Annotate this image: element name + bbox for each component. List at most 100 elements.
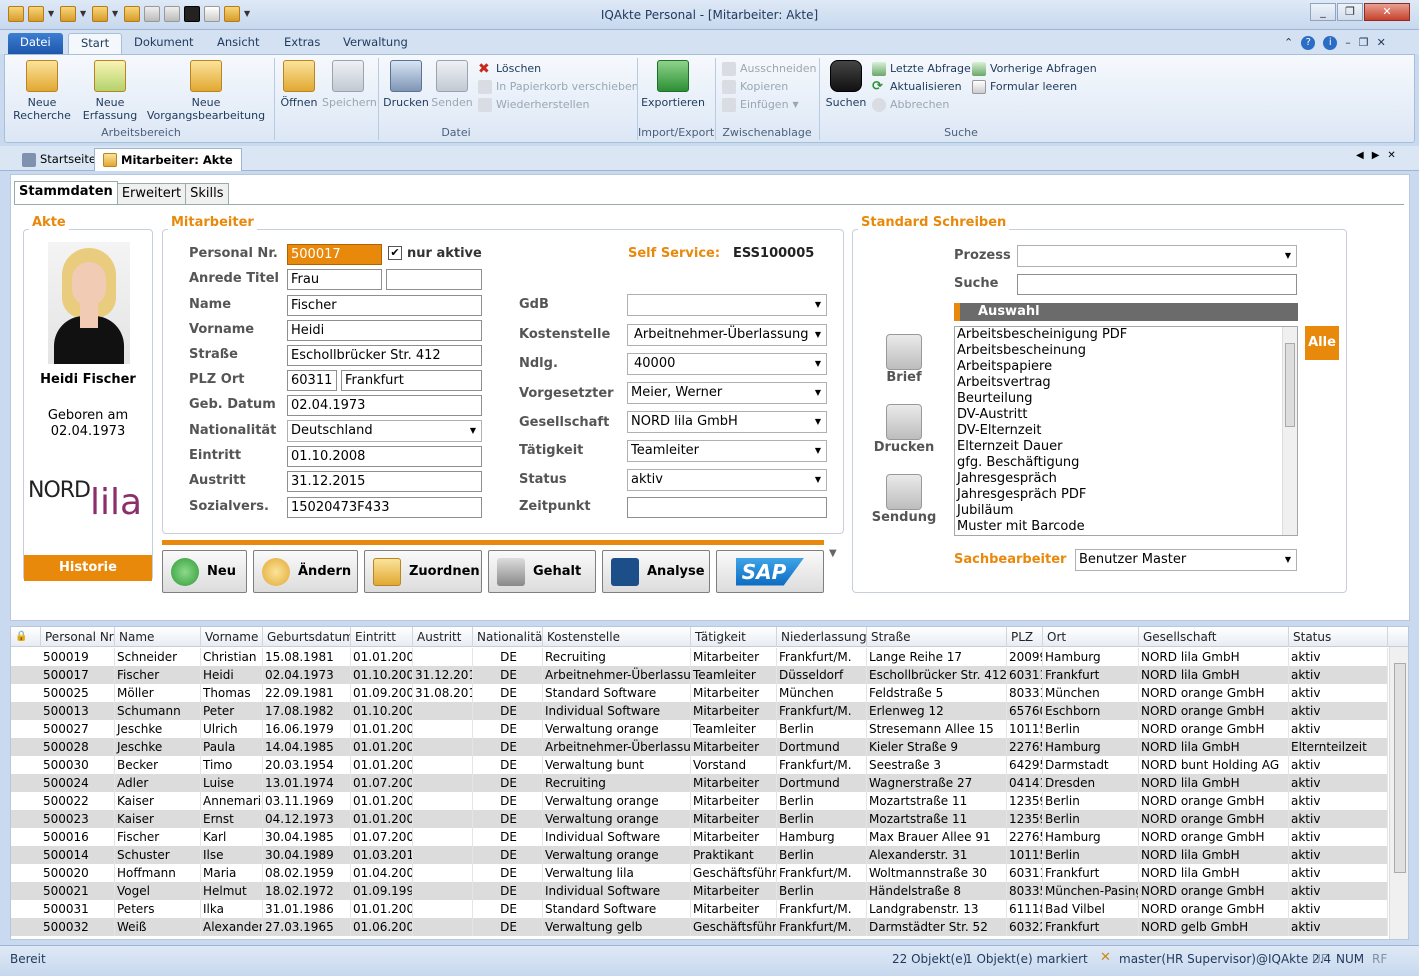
grid-header-cell[interactable]: PLZ: [1007, 627, 1043, 647]
grid-scroll-thumb[interactable]: [1394, 663, 1406, 873]
sap-button[interactable]: SAP: [716, 550, 824, 593]
expand-actions-icon[interactable]: ▼: [829, 548, 837, 559]
gesellschaft-select[interactable]: NORD lila GmbH ▼: [627, 411, 827, 433]
move-to-trash-button[interactable]: In Papierkorb verschieben: [478, 78, 639, 96]
zeitpunkt-field[interactable]: [627, 497, 827, 518]
suche-field[interactable]: [1017, 274, 1297, 295]
cut-button[interactable]: Ausschneiden: [722, 60, 817, 78]
tab-dokument[interactable]: Dokument: [122, 33, 206, 54]
grid-header-cell[interactable]: Name: [115, 627, 201, 647]
tab-left-icon[interactable]: ◀: [1356, 150, 1364, 161]
export-button[interactable]: Exportieren: [640, 60, 706, 109]
table-row[interactable]: 500021VogelHelmut18.02.197201.09.1998 DEI…: [11, 882, 1388, 900]
list-item[interactable]: DV-Elternzeit: [955, 423, 1297, 439]
list-item[interactable]: Arbeitsbescheinung: [955, 343, 1297, 359]
table-row[interactable]: 500014SchusterIlse30.04.198901.03.2011 DE…: [11, 846, 1388, 864]
vorname-field[interactable]: Heidi: [287, 320, 482, 341]
list-item[interactable]: Jubiläum: [955, 503, 1297, 519]
tab-extras[interactable]: Extras: [272, 33, 332, 54]
save-button[interactable]: Speichern: [322, 60, 377, 109]
sachbearbeiter-select[interactable]: Benutzer Master ▼: [1075, 549, 1297, 571]
grid-header-cell[interactable]: Tätigkeit: [691, 627, 777, 647]
austritt-field[interactable]: 31.12.2015: [287, 471, 482, 492]
table-row[interactable]: 500025MöllerThomas22.09.198101.09.200031…: [11, 684, 1388, 702]
list-item[interactable]: Arbeitsbescheinigung PDF: [955, 327, 1297, 343]
grid-header-cell[interactable]: Eintritt: [351, 627, 413, 647]
kostenstelle-select[interactable]: Arbeitnehmer-Überlassung ▼: [627, 324, 827, 346]
tab-verwaltung[interactable]: Verwaltung: [331, 33, 420, 54]
status-select[interactable]: aktiv ▼: [627, 469, 827, 491]
ort-field[interactable]: Frankfurt: [341, 370, 482, 391]
table-row[interactable]: 500016FischerKarl30.04.198501.07.2009 DEI…: [11, 828, 1388, 846]
gdb-select[interactable]: ▼: [627, 294, 827, 316]
list-scrollbar[interactable]: [1282, 327, 1297, 535]
list-item[interactable]: DV-Austritt: [955, 407, 1297, 423]
table-row[interactable]: 500028JeschkePaula14.04.198501.01.2005 DE…: [11, 738, 1388, 756]
print-button[interactable]: Drucken: [382, 60, 430, 109]
delete-button[interactable]: ✖ Löschen: [478, 60, 639, 78]
sozial-field[interactable]: 15020473F433: [287, 497, 482, 518]
send-button[interactable]: Senden: [431, 60, 473, 109]
list-item[interactable]: Beurteilung: [955, 391, 1297, 407]
table-row[interactable]: 500017FischerHeidi02.04.197301.10.200831…: [11, 666, 1388, 684]
strasse-field[interactable]: Eschollbrücker Str. 412: [287, 345, 482, 366]
restore-button[interactable]: Wiederherstellen: [478, 96, 639, 114]
tab-datei[interactable]: Datei: [8, 33, 63, 54]
nur-aktive-checkbox[interactable]: ✔: [388, 246, 402, 260]
sendung-button[interactable]: Sendung: [870, 474, 938, 525]
plz-field[interactable]: 60311: [287, 370, 337, 391]
tab-skills[interactable]: Skills: [185, 183, 229, 205]
grid-header-cell[interactable]: Niederlassung: [777, 627, 867, 647]
grid-header-cell[interactable]: Personal Nr.: [41, 627, 115, 647]
anrede-field[interactable]: Frau: [287, 269, 382, 290]
table-row[interactable]: 500030BeckerTimo20.03.195401.01.2000 DEVe…: [11, 756, 1388, 774]
tab-right-icon[interactable]: ▶: [1372, 150, 1380, 161]
table-row[interactable]: 500027JeschkeUlrich16.06.197901.01.2003 D…: [11, 720, 1388, 738]
copy-button[interactable]: Kopieren: [722, 78, 817, 96]
list-item[interactable]: Arbeitsvertrag: [955, 375, 1297, 391]
grid-header-cell[interactable]: Status: [1289, 627, 1388, 647]
list-scroll-thumb[interactable]: [1285, 343, 1295, 427]
list-item[interactable]: gfg. Beschäftigung: [955, 455, 1297, 471]
collapse-ribbon-icon[interactable]: ⌃: [1284, 36, 1293, 50]
paste-button[interactable]: Einfügen ▼: [722, 96, 817, 114]
tab-stammdaten[interactable]: Stammdaten: [14, 181, 118, 205]
mdi-restore-icon[interactable]: ❐: [1359, 36, 1369, 50]
name-field[interactable]: Fischer: [287, 295, 482, 316]
last-query-button[interactable]: Letzte Abfrage: [872, 60, 971, 78]
schreiben-list[interactable]: Arbeitsbescheinigung PDF Arbeitsbeschein…: [954, 326, 1298, 536]
grid-header-cell[interactable]: Kostenstelle: [543, 627, 691, 647]
alle-button[interactable]: Alle: [1305, 326, 1339, 360]
prozess-select[interactable]: ▼: [1017, 245, 1297, 267]
table-row[interactable]: 500013SchumannPeter17.08.198201.10.2007 D…: [11, 702, 1388, 720]
table-row[interactable]: 500024AdlerLuise13.01.197401.07.2005 DERe…: [11, 774, 1388, 792]
drucken-side-button[interactable]: Drucken: [870, 404, 938, 455]
list-item[interactable]: Jahresgespräch: [955, 471, 1297, 487]
gehalt-button[interactable]: Gehalt: [488, 550, 596, 593]
aendern-button[interactable]: Ändern: [253, 550, 358, 593]
table-row[interactable]: 500032WeißAlexander27.03.196501.06.2008 D…: [11, 918, 1388, 936]
grid-header-cell[interactable]: Nationalität: [473, 627, 543, 647]
info-icon[interactable]: i: [1323, 36, 1338, 50]
minimize-button[interactable]: _: [1310, 3, 1336, 21]
mdi-close-icon[interactable]: ✕: [1377, 36, 1386, 50]
new-search-button[interactable]: Neue Recherche: [12, 60, 72, 122]
table-row[interactable]: 500023KaiserErnst04.12.197301.01.2002 DEV…: [11, 810, 1388, 828]
nationalitaet-select[interactable]: Deutschland ▼: [287, 420, 482, 442]
close-button[interactable]: ✕: [1364, 3, 1410, 21]
table-row[interactable]: 500031PetersIlka31.01.198601.01.2006 DESt…: [11, 900, 1388, 918]
grid-header-cell[interactable]: Gesellschaft: [1139, 627, 1289, 647]
taetigkeit-select[interactable]: Teamleiter ▼: [627, 440, 827, 462]
geb-field[interactable]: 02.04.1973: [287, 395, 482, 416]
grid-header-cell[interactable]: Geburtsdatum: [263, 627, 351, 647]
help-icon[interactable]: ?: [1301, 36, 1316, 50]
list-item[interactable]: Jahresgespräch PDF: [955, 487, 1297, 503]
historie-button[interactable]: Historie: [24, 555, 152, 581]
tab-erweitert[interactable]: Erweitert: [116, 183, 187, 205]
open-button[interactable]: Öffnen: [279, 60, 319, 109]
tab-startseite[interactable]: Startseite: [14, 148, 104, 171]
tab-mitarbeiter-akte[interactable]: Mitarbeiter: Akte: [94, 148, 242, 171]
brief-button[interactable]: Brief: [870, 334, 938, 385]
grid-header-cell[interactable]: Vorname: [201, 627, 263, 647]
neu-button[interactable]: Neu: [162, 550, 247, 593]
